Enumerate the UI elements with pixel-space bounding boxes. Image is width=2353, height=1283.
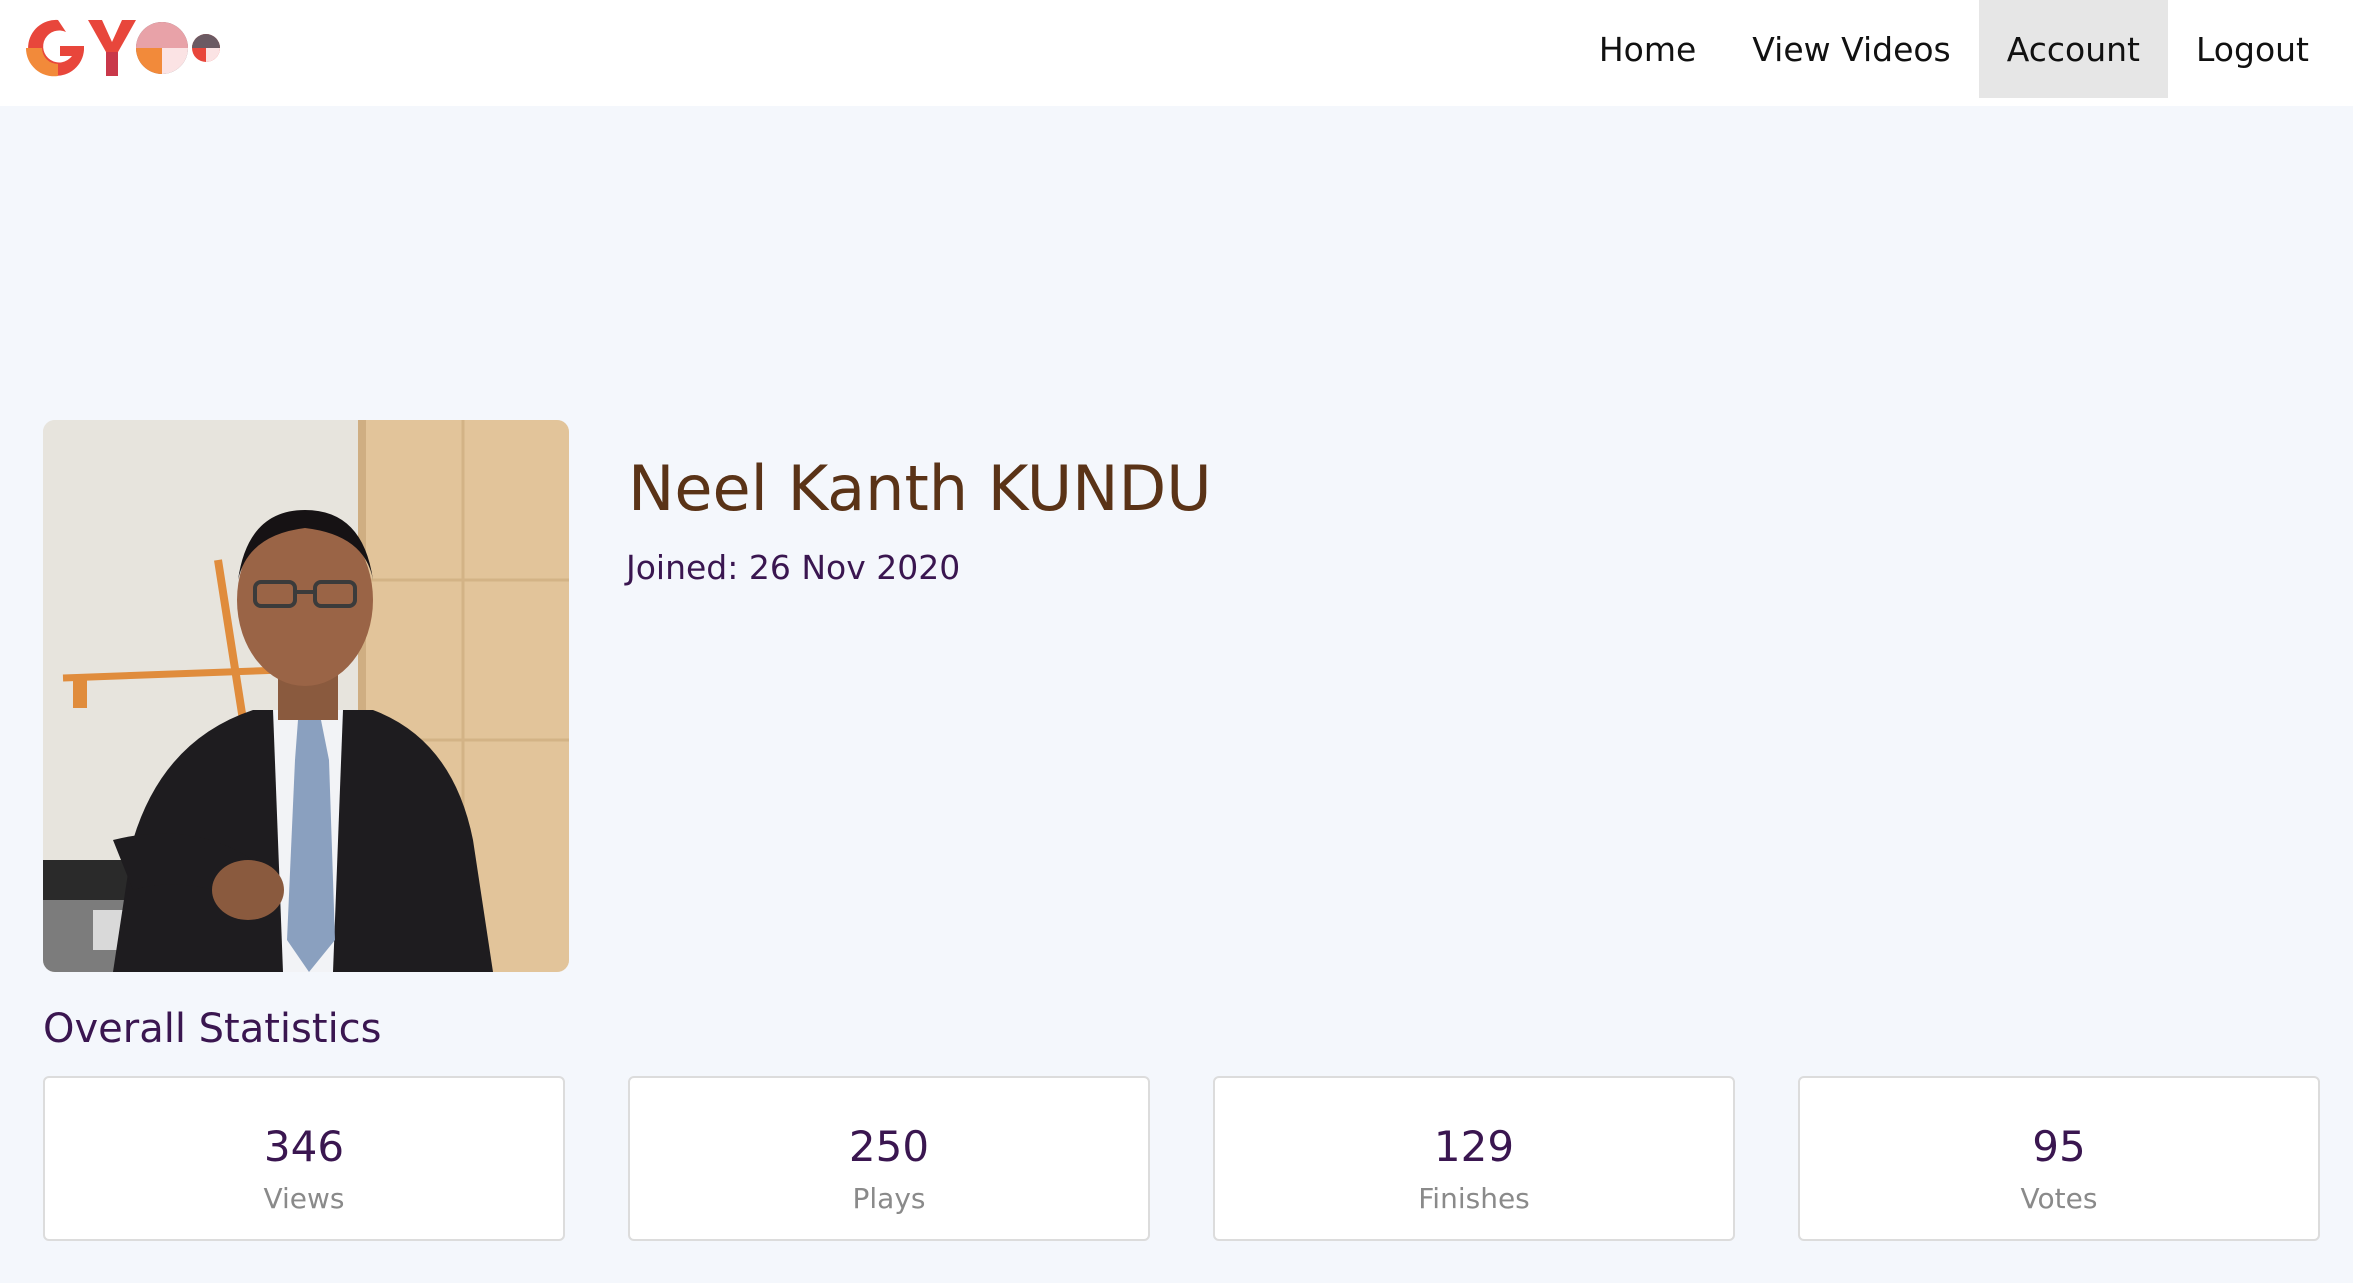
stat-value: 129 xyxy=(1433,1122,1515,1171)
nav-view-videos[interactable]: View Videos xyxy=(1724,0,1978,98)
stat-card-views: 346 Views xyxy=(43,1076,565,1241)
nav-home[interactable]: Home xyxy=(1571,0,1724,98)
joined-date: Joined: 26 Nov 2020 xyxy=(626,548,960,587)
stat-label: Plays xyxy=(852,1182,926,1215)
profile-name: Neel Kanth KUNDU xyxy=(628,452,1212,525)
stat-card-votes: 95 Votes xyxy=(1798,1076,2320,1241)
nav-logout[interactable]: Logout xyxy=(2168,0,2337,98)
stat-card-finishes: 129 Finishes xyxy=(1213,1076,1735,1241)
overall-statistics-heading: Overall Statistics xyxy=(43,1006,382,1052)
stat-card-plays: 250 Plays xyxy=(628,1076,1150,1241)
nav-account[interactable]: Account xyxy=(1978,0,2168,98)
profile-photo xyxy=(43,420,569,972)
joined-label: Joined: xyxy=(626,548,739,587)
top-navbar: Home View Videos Account Logout xyxy=(0,0,2353,106)
gyoo-logo[interactable] xyxy=(22,12,222,80)
stat-label: Votes xyxy=(2020,1182,2098,1215)
main-nav: Home View Videos Account Logout xyxy=(1571,0,2337,98)
joined-date-value: 26 Nov 2020 xyxy=(748,548,961,587)
logo-graphic xyxy=(25,19,220,77)
stat-label: Finishes xyxy=(1418,1182,1530,1215)
stat-value: 346 xyxy=(263,1122,345,1171)
stat-label: Views xyxy=(263,1182,345,1215)
stat-value: 95 xyxy=(2032,1122,2086,1171)
stat-value: 250 xyxy=(848,1122,930,1171)
profile-photo-illustration xyxy=(43,420,569,972)
